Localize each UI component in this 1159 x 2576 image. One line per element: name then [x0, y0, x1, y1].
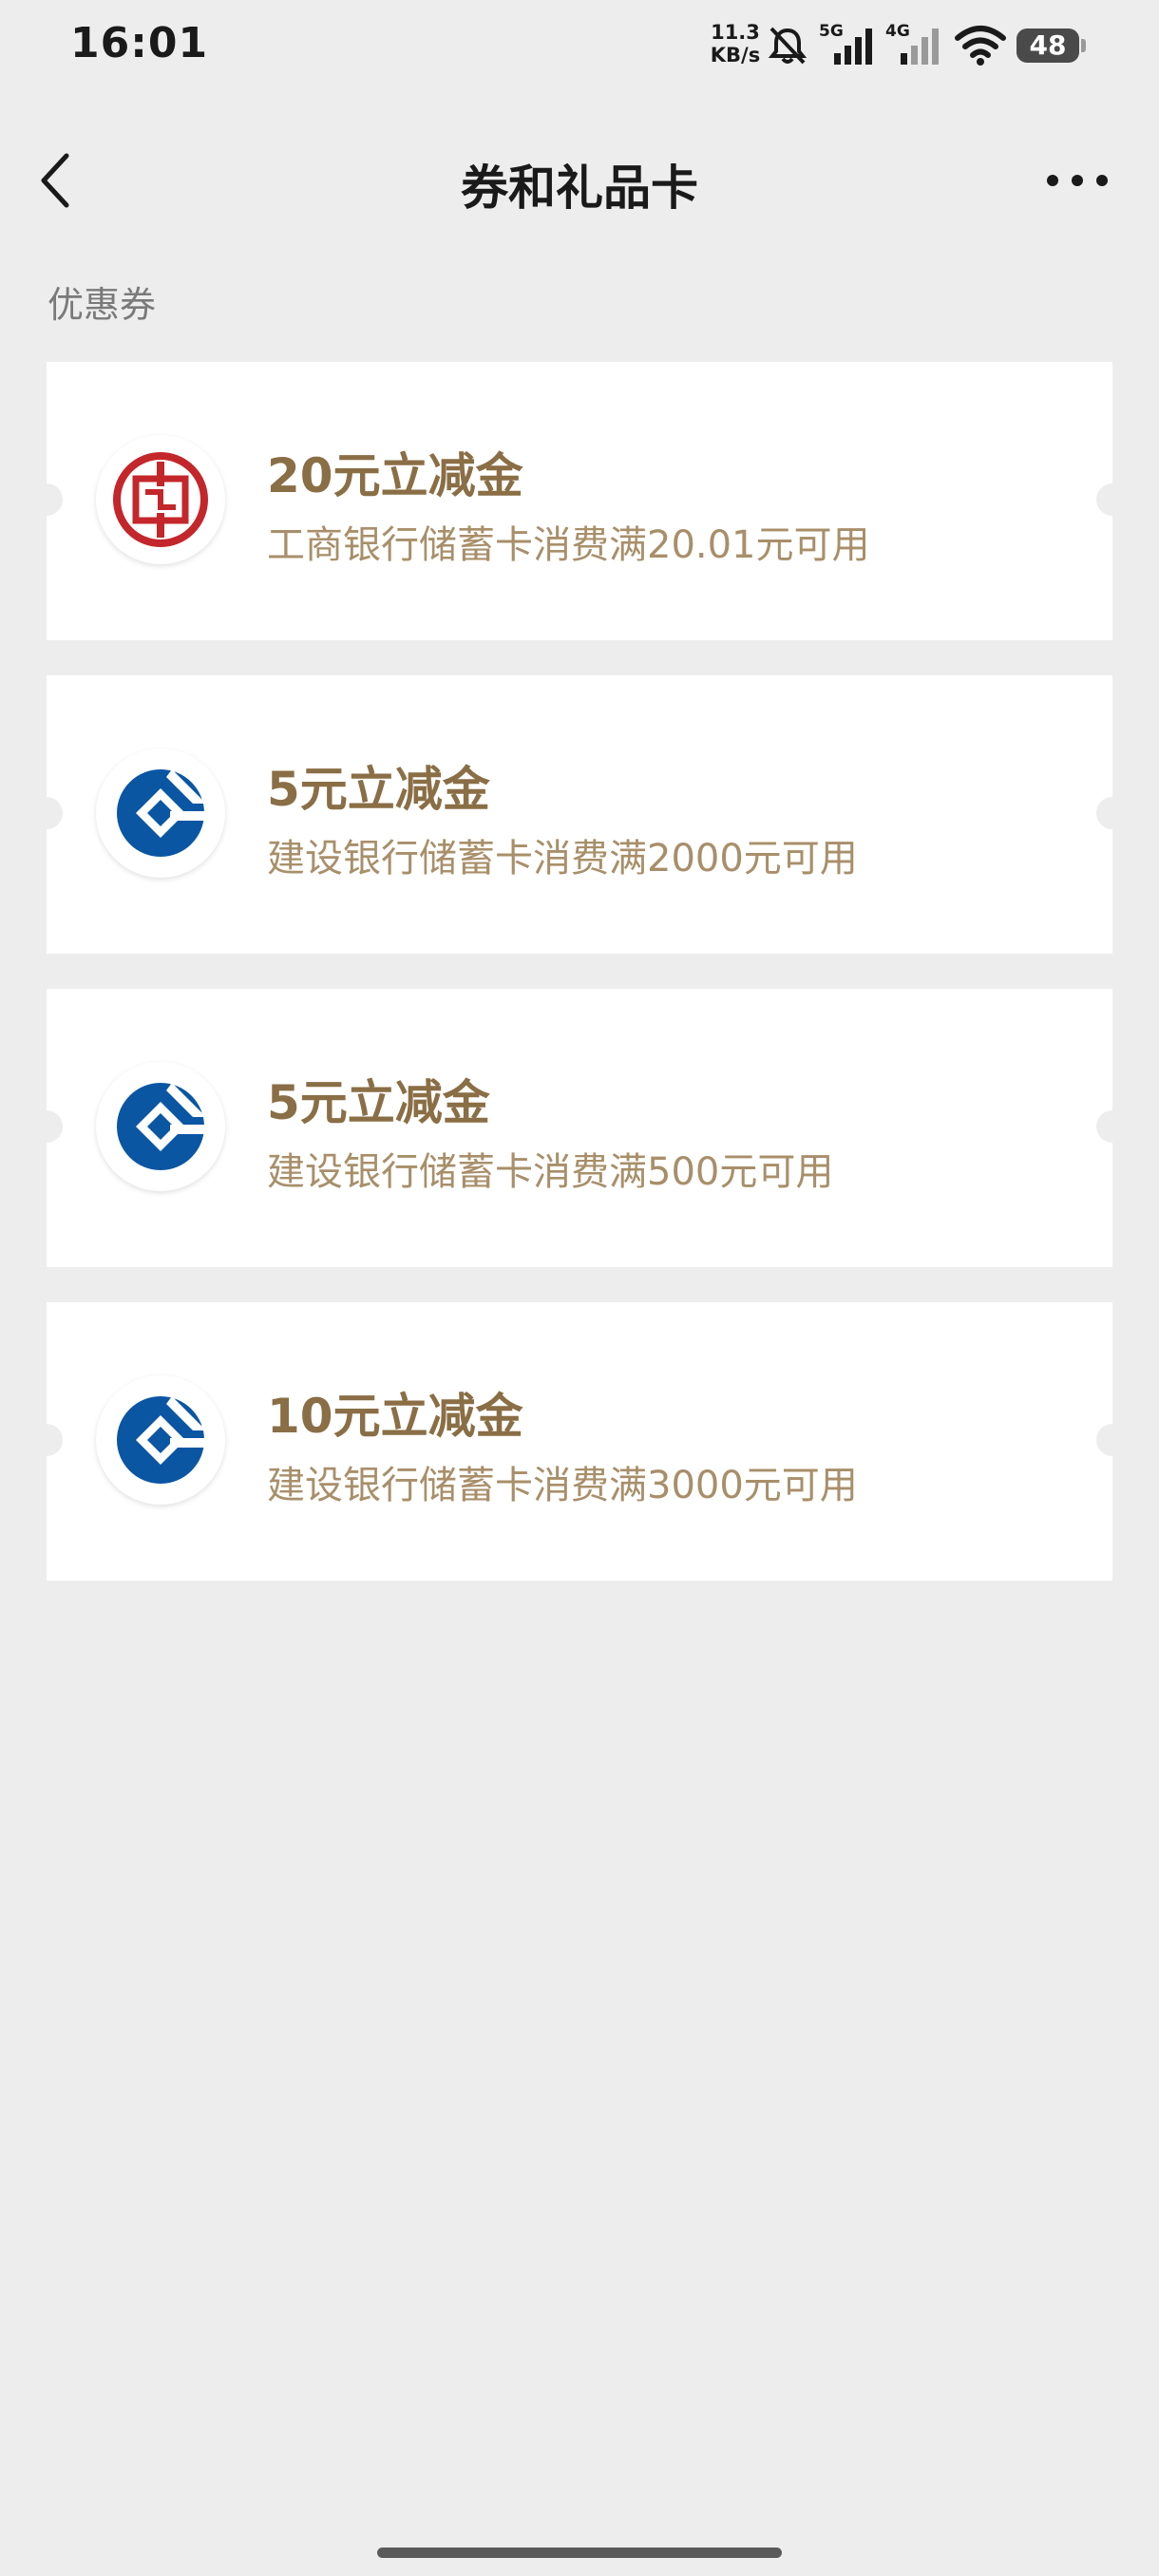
signal-4g-label: 4G — [885, 22, 910, 41]
coupon-title: 5元立减金 — [267, 1075, 490, 1130]
more-dots-icon — [1047, 175, 1108, 186]
page-title: 券和礼品卡 — [461, 161, 698, 216]
coupon-card[interactable]: 10元立减金 建设银行储蓄卡消费满3000元可用 — [30, 1302, 1129, 1581]
coupon-notch — [30, 1424, 63, 1456]
battery-indicator: 48 — [1016, 28, 1086, 63]
signal-5g-icon: 5G — [819, 22, 872, 65]
section-label: 优惠券 — [48, 284, 157, 326]
coupon-description: 建设银行储蓄卡消费满500元可用 — [267, 1150, 834, 1194]
mute-icon — [768, 27, 808, 65]
coupon-title: 20元立减金 — [267, 448, 523, 503]
ccb-logo — [96, 1375, 225, 1505]
coupon-card[interactable]: 5元立减金 建设银行储蓄卡消费满2000元可用 — [30, 675, 1129, 954]
network-speed-value: 11.3 — [711, 21, 760, 44]
coupon-notch — [1096, 1424, 1129, 1456]
coupon-notch — [1096, 797, 1129, 829]
coupon-card[interactable]: 5元立减金 建设银行储蓄卡消费满500元可用 — [30, 989, 1129, 1267]
signal-4g-icon: 4G — [885, 22, 939, 65]
icbc-logo-icon — [113, 452, 208, 547]
coupon-card[interactable]: 20元立减金 工商银行储蓄卡消费满20.01元可用 — [30, 362, 1129, 640]
network-speed-unit: KB/s — [710, 44, 761, 66]
coupon-description: 建设银行储蓄卡消费满2000元可用 — [267, 837, 858, 881]
navigation-bar: 券和礼品卡 — [0, 123, 1159, 237]
coupon-description: 建设银行储蓄卡消费满3000元可用 — [267, 1464, 858, 1507]
status-time: 16:01 — [70, 19, 209, 67]
coupon-notch — [30, 483, 63, 516]
ccb-logo-icon — [117, 1396, 208, 1484]
coupon-notch — [1096, 1110, 1129, 1143]
signal-5g-label: 5G — [819, 22, 844, 41]
more-button[interactable] — [1041, 163, 1113, 198]
ccb-logo — [96, 748, 225, 878]
coupon-description: 工商银行储蓄卡消费满20.01元可用 — [267, 523, 870, 567]
ccb-logo-icon — [117, 769, 208, 857]
status-bar: 16:01 11.3 KB/s 5G 4G 48 — [0, 0, 1159, 91]
coupon-title: 5元立减金 — [267, 762, 490, 817]
ccb-logo — [96, 1062, 225, 1191]
ccb-logo-icon — [117, 1083, 208, 1170]
coupon-title: 10元立减金 — [267, 1389, 523, 1444]
coupon-notch — [30, 1110, 63, 1143]
wifi-icon — [955, 26, 1006, 66]
network-speed: 11.3 KB/s — [705, 21, 766, 66]
icbc-logo — [96, 435, 225, 564]
coupon-notch — [30, 797, 63, 829]
home-indicator[interactable] — [377, 2548, 782, 2558]
coupon-notch — [1096, 483, 1129, 516]
